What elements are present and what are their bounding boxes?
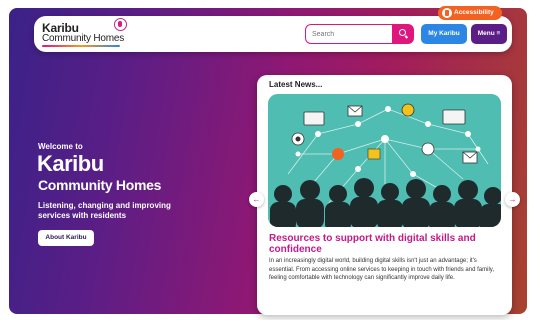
hero-welcome: Welcome to xyxy=(38,142,83,151)
search-button[interactable] xyxy=(392,24,414,44)
hero-title-community-homes: Community Homes xyxy=(38,177,162,193)
logo-text-community-homes: Community Homes xyxy=(42,33,125,44)
menu-button[interactable]: Menu ≡ xyxy=(471,24,507,44)
news-article-body: In an increasingly digital world, buildi… xyxy=(269,258,494,281)
carousel-prev-button[interactable]: ← xyxy=(249,192,264,207)
latest-news-heading: Latest News... xyxy=(269,80,323,89)
carousel-next-button[interactable]: → xyxy=(505,192,520,207)
accessibility-icon xyxy=(442,8,452,18)
accessibility-button[interactable]: Accessibility xyxy=(438,6,502,20)
digital-skills-illustration xyxy=(268,94,501,227)
logo-mark-icon xyxy=(114,18,127,31)
site-header: Karibu Community Homes My Karibu Menu ≡ xyxy=(34,16,512,52)
accessibility-label: Accessibility xyxy=(454,9,494,16)
logo-underline xyxy=(42,45,120,47)
my-karibu-button[interactable]: My Karibu xyxy=(421,24,467,44)
news-card: Latest News... Resources to support with… xyxy=(257,75,512,315)
hero-title-karibu: Karibu xyxy=(37,151,104,176)
about-karibu-button[interactable]: About Karibu xyxy=(38,230,94,246)
site-logo[interactable]: Karibu Community Homes xyxy=(42,18,128,47)
search-input[interactable] xyxy=(305,24,393,44)
news-article-title[interactable]: Resources to support with digital skills… xyxy=(269,233,499,255)
search-icon xyxy=(399,29,406,36)
news-article-image[interactable] xyxy=(268,94,501,227)
hero-tagline: Listening, changing and improving servic… xyxy=(38,201,171,220)
